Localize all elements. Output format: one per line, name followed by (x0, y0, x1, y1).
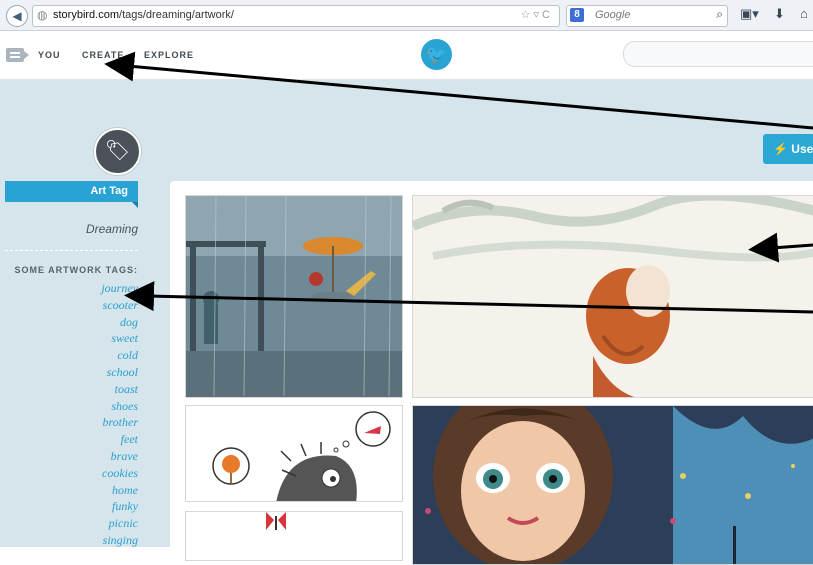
artwork-butterfly[interactable] (185, 511, 403, 561)
tag-list: journey scooter dog sweet cold school to… (5, 280, 138, 549)
tag-link[interactable]: picnic (5, 515, 138, 532)
current-tag: Dreaming (85, 222, 138, 236)
use-button-label: Use (791, 142, 813, 156)
url-actions[interactable]: ☆▿C (521, 8, 553, 21)
bird-logo-icon[interactable]: 🐦 (421, 39, 452, 70)
girl-looking-up-image (413, 196, 813, 397)
search-placeholder: Google (595, 9, 631, 21)
section-label: Art Tag (5, 181, 138, 208)
tag-link[interactable]: school (5, 364, 138, 381)
tag-link[interactable]: toast (5, 381, 138, 398)
tag-icon: 🏷 (94, 128, 141, 175)
menu-icon[interactable] (6, 48, 29, 62)
tag-link[interactable]: brave (5, 448, 138, 465)
tag-link[interactable]: cookies (5, 465, 138, 482)
search-engine-icon[interactable]: 8 (570, 8, 584, 22)
artwork-big-eyed-girl[interactable] (412, 405, 813, 565)
site-search-input[interactable] (623, 41, 813, 67)
nav-explore[interactable]: EXPLORE (144, 50, 194, 60)
globe-icon: ◍ (37, 8, 48, 22)
divider (5, 250, 138, 251)
home-icon[interactable]: ⌂ (800, 6, 808, 21)
browser-search-box[interactable]: 8 Google ⌕ (566, 5, 728, 27)
use-button[interactable]: ⚡ Use (763, 134, 813, 164)
tag-link[interactable]: singing (5, 532, 138, 549)
artwork-hedgehog[interactable] (185, 405, 403, 502)
tag-link[interactable]: shoes (5, 398, 138, 415)
big-eyed-girl-image (413, 406, 813, 564)
tag-link[interactable]: home (5, 482, 138, 499)
tag-link[interactable]: funky (5, 498, 138, 515)
tag-link[interactable]: journey (5, 280, 138, 297)
rainy-cafe-image (186, 196, 402, 397)
nav-create[interactable]: CREATE (82, 50, 124, 60)
nav-you[interactable]: YOU (38, 50, 61, 60)
url-text: storybird.com/tags/dreaming/artwork/ (53, 9, 234, 21)
tags-heading: SOME ARTWORK TAGS: (14, 265, 138, 275)
butterfly-image (186, 512, 402, 560)
back-icon[interactable]: ◀ (6, 5, 28, 27)
hedgehog-dreaming-image (186, 406, 402, 501)
tag-link[interactable]: sweet (5, 330, 138, 347)
tag-link[interactable]: dog (5, 314, 138, 331)
tag-link[interactable]: brother (5, 414, 138, 431)
address-bar[interactable]: ◍ storybird.com/tags/dreaming/artwork/ ☆… (32, 5, 560, 27)
tag-link[interactable]: scooter (5, 297, 138, 314)
browser-toolbar: ◀ ◍ storybird.com/tags/dreaming/artwork/… (0, 0, 813, 31)
artwork-girl-looking-up[interactable] (412, 195, 813, 398)
search-icon[interactable]: ⌕ (716, 7, 723, 22)
site-header: YOU CREATE EXPLORE 🐦 (0, 31, 813, 80)
download-icon[interactable]: ⬇ (774, 6, 785, 22)
tag-link[interactable]: cold (5, 347, 138, 364)
tag-link[interactable]: feet (5, 431, 138, 448)
bookmark-icon[interactable]: ▣▾ (740, 6, 759, 22)
artwork-rainy-cafe[interactable] (185, 195, 403, 398)
artwork-panel (170, 181, 813, 565)
